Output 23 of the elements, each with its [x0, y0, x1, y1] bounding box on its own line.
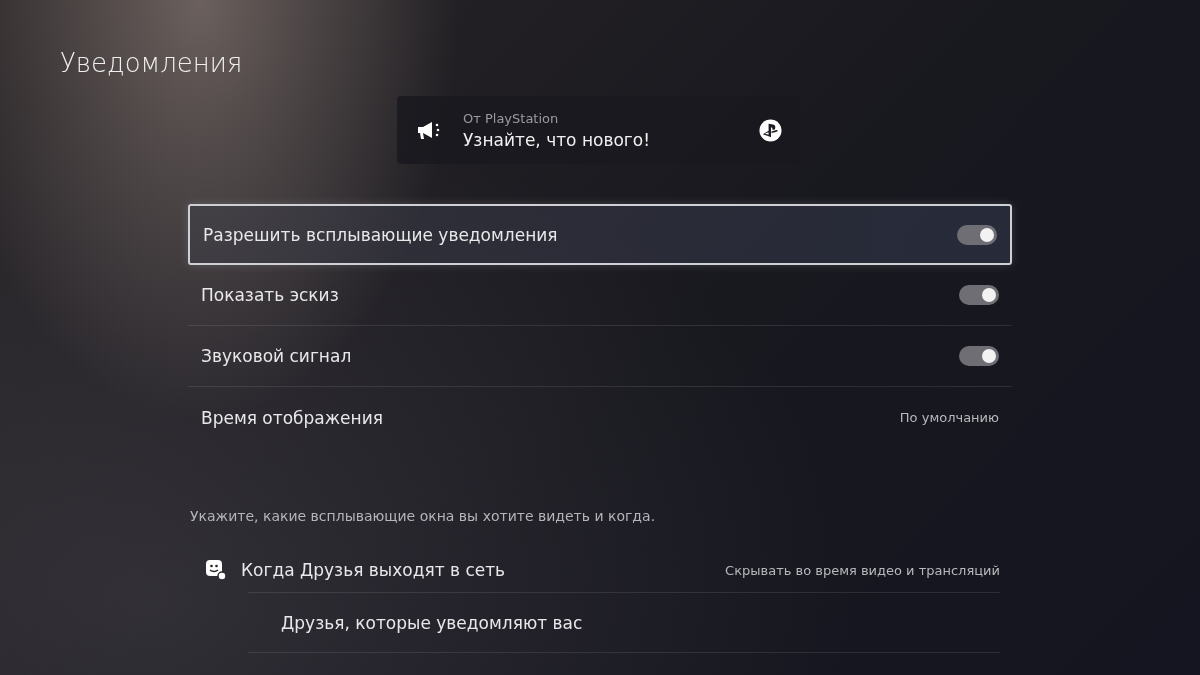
- popup-sublabel: Друзья, которые уведомляют вас: [281, 612, 583, 633]
- setting-value: По умолчанию: [899, 410, 999, 425]
- popup-row[interactable]: Когда Друзья выходят в сеть Скрывать во время видео и трансляций: [205, 548, 1000, 592]
- settings-row[interactable]: Показать эскиз: [188, 265, 1012, 326]
- controller-logo-icon: [759, 118, 782, 142]
- section-hint: Укажите, какие всплывающие окна вы хотите видеть и когда.: [190, 508, 657, 524]
- toggle-switch[interactable]: [957, 224, 997, 245]
- settings-row[interactable]: Разрешить всплывающие уведомления: [188, 204, 1012, 265]
- popup-label: Когда Друзья выходят в сеть: [241, 560, 506, 580]
- setting-label: Время отображения: [201, 407, 383, 428]
- toggle-switch[interactable]: [959, 346, 999, 366]
- toggle-switch[interactable]: [959, 285, 999, 305]
- page-title: Уведомления: [60, 48, 244, 78]
- popup-subrow[interactable]: Друзья, которые уведомляют вас: [248, 592, 1000, 653]
- setting-label: Звуковой сигнал: [201, 346, 352, 366]
- setting-label: Показать эскиз: [201, 285, 339, 305]
- notification-source: От PlayStation: [463, 110, 560, 126]
- settings-row[interactable]: Время отображения По умолчанию: [188, 387, 1012, 448]
- popup-value: Скрывать во время видео и трансляций: [725, 562, 1000, 578]
- smiley-badge-icon: [205, 559, 227, 581]
- notification-message: Узнайте, что нового!: [463, 129, 651, 150]
- setting-label: Разрешить всплывающие уведомления: [203, 224, 558, 245]
- settings-row[interactable]: Звуковой сигнал: [188, 326, 1012, 387]
